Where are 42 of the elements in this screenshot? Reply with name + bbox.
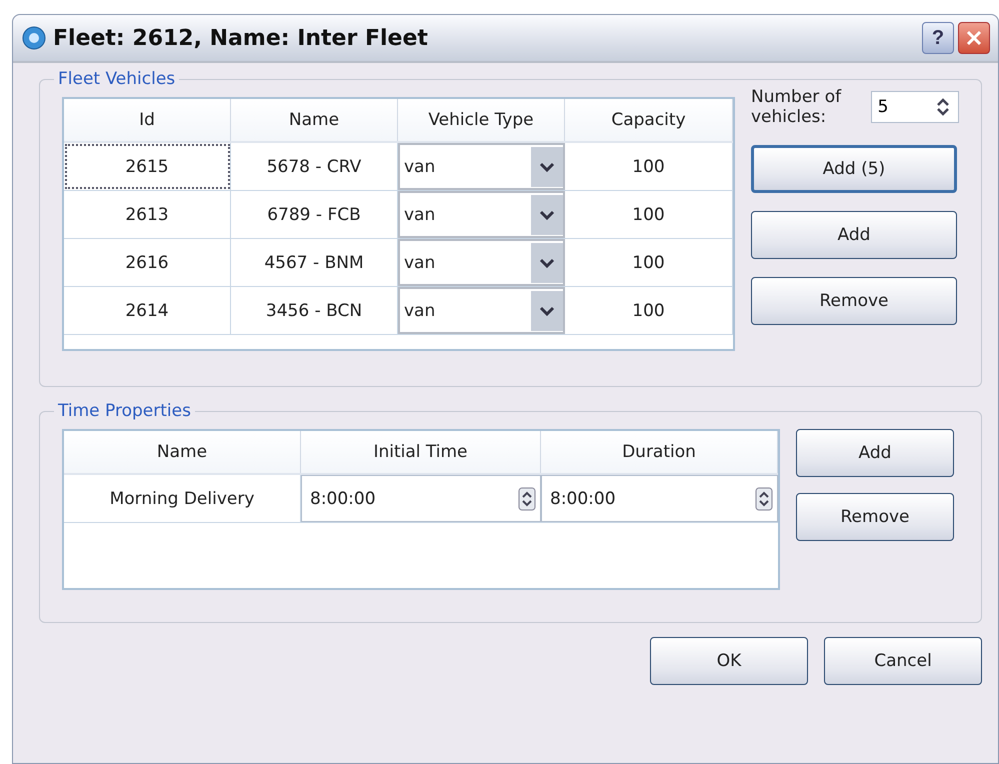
group-title: Fleet Vehicles <box>57 69 176 89</box>
group-title: Time Properties <box>57 401 192 421</box>
table-cell[interactable]: 2616 <box>64 239 231 286</box>
window-title: Fleet: 2612, Name: Inter Fleet <box>53 26 429 50</box>
type-dropdown[interactable]: van <box>398 143 565 190</box>
help-button[interactable]: ? <box>922 22 954 54</box>
table-cell[interactable]: 2614 <box>64 287 231 334</box>
table-cell: Morning Delivery <box>64 475 301 522</box>
number-spinner[interactable]: 5 <box>870 91 959 123</box>
action-button[interactable]: Add (5) <box>751 145 957 193</box>
table-cell: 4567 - BNM <box>231 239 398 286</box>
table-cell: 3456 - BCN <box>231 287 398 334</box>
type-dropdown[interactable]: van <box>398 239 565 286</box>
table-cell[interactable]: 2613 <box>64 191 231 238</box>
column-header: Id <box>64 99 231 141</box>
action-button[interactable]: Add <box>751 211 957 259</box>
column-header: Duration <box>541 431 778 473</box>
number-label: Number of vehicles: <box>751 87 842 127</box>
type-dropdown[interactable]: van <box>398 287 565 334</box>
column-header: Name <box>231 99 398 141</box>
column-header: Capacity <box>565 99 733 141</box>
table-cell: 100 <box>565 143 733 190</box>
time-spinner[interactable]: 8:00:00 <box>301 475 541 522</box>
table-cell: 5678 - CRV <box>231 143 398 190</box>
column-header: Initial Time <box>301 431 541 473</box>
table-cell: 100 <box>565 239 733 286</box>
table-cell: 100 <box>565 191 733 238</box>
table-cell[interactable]: 2615 <box>64 143 231 190</box>
action-button[interactable]: Add <box>796 429 954 477</box>
time-spinner[interactable]: 8:00:00 <box>541 475 778 522</box>
dialog-button[interactable]: Cancel <box>824 637 982 685</box>
globe-icon <box>21 25 47 51</box>
column-header: Name <box>64 431 301 473</box>
dialog-button[interactable]: OK <box>650 637 808 685</box>
column-header: Vehicle Type <box>398 99 565 141</box>
close-icon[interactable] <box>965 29 983 47</box>
action-button[interactable]: Remove <box>751 277 957 325</box>
close-button[interactable] <box>958 22 990 54</box>
table-cell: 100 <box>565 287 733 334</box>
action-button[interactable]: Remove <box>796 493 954 541</box>
type-dropdown[interactable]: van <box>398 191 565 238</box>
table-cell: 6789 - FCB <box>231 191 398 238</box>
